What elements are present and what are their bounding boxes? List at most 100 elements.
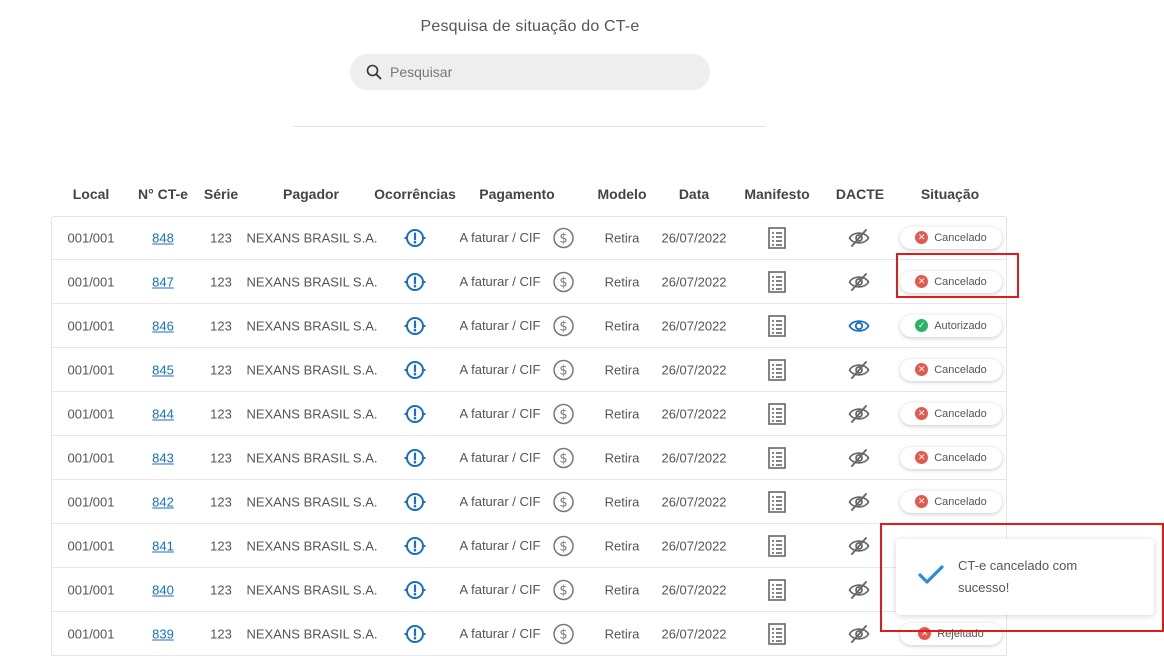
cell-numero-link[interactable]: 844 <box>152 406 174 421</box>
cell-numero-link[interactable]: 848 <box>152 230 174 245</box>
document-list-icon[interactable] <box>768 622 786 645</box>
document-list-icon[interactable] <box>768 446 786 469</box>
column-header-local[interactable]: Local <box>73 186 110 202</box>
status-badge[interactable]: ✕ Cancelado <box>900 226 1002 249</box>
column-header-pagamento[interactable]: Pagamento <box>479 186 554 202</box>
cell-data: 26/07/2022 <box>661 494 727 509</box>
svg-text:$: $ <box>559 275 567 290</box>
cell-data: 26/07/2022 <box>661 230 727 245</box>
cell-serie: 123 <box>210 450 232 465</box>
highlight-cancelled-status <box>896 253 1019 298</box>
dollar-circle-icon[interactable]: $ <box>552 579 574 601</box>
column-header-data[interactable]: Data <box>679 186 709 202</box>
dollar-circle-icon[interactable]: $ <box>552 227 574 249</box>
cell-pagamento-label: A faturar / CIF <box>459 582 541 597</box>
x-circle-icon: ✕ <box>915 407 929 420</box>
eye-off-icon[interactable] <box>848 448 870 468</box>
document-list-icon[interactable] <box>768 270 786 293</box>
alert-circle-icon[interactable] <box>404 623 426 645</box>
x-circle-icon: ✕ <box>915 495 929 508</box>
document-list-icon[interactable] <box>768 534 786 557</box>
column-header-modelo[interactable]: Modelo <box>598 186 647 202</box>
column-header-ocorrencias[interactable]: Ocorrências <box>374 186 456 202</box>
document-list-icon[interactable] <box>768 402 786 425</box>
dollar-circle-icon[interactable]: $ <box>552 535 574 557</box>
x-circle-icon: ✕ <box>915 231 929 244</box>
alert-circle-icon[interactable] <box>404 491 426 513</box>
table-row: 001/001 844 123 NEXANS BRASIL S.A. A faturar… <box>51 392 1007 436</box>
cell-numero-link[interactable]: 842 <box>152 494 174 509</box>
eye-off-icon[interactable] <box>848 492 870 512</box>
document-list-icon[interactable] <box>768 314 786 337</box>
cell-numero-link[interactable]: 843 <box>152 450 174 465</box>
column-header-dacte[interactable]: DACTE <box>836 186 884 202</box>
eye-off-icon[interactable] <box>848 360 870 380</box>
dollar-circle-icon[interactable]: $ <box>552 623 574 645</box>
dollar-circle-icon[interactable]: $ <box>552 447 574 469</box>
cell-data: 26/07/2022 <box>661 626 727 641</box>
cell-serie: 123 <box>210 362 232 377</box>
dollar-circle-icon[interactable]: $ <box>552 491 574 513</box>
cell-data: 26/07/2022 <box>661 362 727 377</box>
alert-circle-icon[interactable] <box>404 535 426 557</box>
status-badge[interactable]: ✓ Autorizado <box>900 314 1002 337</box>
cell-local: 001/001 <box>67 582 115 597</box>
document-list-icon[interactable] <box>768 578 786 601</box>
status-label: Cancelado <box>934 363 987 376</box>
cell-pagamento-label: A faturar / CIF <box>459 274 541 289</box>
cell-numero-link[interactable]: 841 <box>152 538 174 553</box>
alert-circle-icon[interactable] <box>404 359 426 381</box>
document-list-icon[interactable] <box>768 490 786 513</box>
cell-modelo: Retira <box>604 274 640 289</box>
cell-numero-link[interactable]: 845 <box>152 362 174 377</box>
svg-text:$: $ <box>559 583 567 598</box>
svg-text:$: $ <box>559 495 567 510</box>
cell-pagador: NEXANS BRASIL S.A. <box>246 582 378 597</box>
eye-off-icon[interactable] <box>848 228 870 248</box>
cell-pagamento-label: A faturar / CIF <box>459 494 541 509</box>
cell-pagador: NEXANS BRASIL S.A. <box>246 626 378 641</box>
alert-circle-icon[interactable] <box>404 447 426 469</box>
status-badge[interactable]: ✕ Cancelado <box>900 402 1002 425</box>
column-header-manifesto[interactable]: Manifesto <box>744 186 809 202</box>
cell-numero-link[interactable]: 846 <box>152 318 174 333</box>
cell-pagador: NEXANS BRASIL S.A. <box>246 538 378 553</box>
cell-pagamento-label: A faturar / CIF <box>459 538 541 553</box>
status-badge[interactable]: ✕ Cancelado <box>900 358 1002 381</box>
alert-circle-icon[interactable] <box>404 271 426 293</box>
dollar-circle-icon[interactable]: $ <box>552 271 574 293</box>
eye-off-icon[interactable] <box>848 536 870 556</box>
cell-modelo: Retira <box>604 494 640 509</box>
eye-off-icon[interactable] <box>848 404 870 424</box>
document-list-icon[interactable] <box>768 358 786 381</box>
status-badge[interactable]: ✕ Cancelado <box>900 490 1002 513</box>
eye-off-icon[interactable] <box>848 272 870 292</box>
table-row: 001/001 848 123 NEXANS BRASIL S.A. A faturar… <box>51 216 1007 260</box>
cell-local: 001/001 <box>67 450 115 465</box>
cell-numero-link[interactable]: 840 <box>152 582 174 597</box>
column-header-serie[interactable]: Série <box>204 186 238 202</box>
cell-pagamento: A faturar / CIF $ <box>460 447 575 469</box>
dollar-circle-icon[interactable]: $ <box>552 315 574 337</box>
dollar-circle-icon[interactable]: $ <box>552 359 574 381</box>
eye-off-icon[interactable] <box>848 580 870 600</box>
alert-circle-icon[interactable] <box>404 315 426 337</box>
column-header-numero[interactable]: N° CT-e <box>138 186 188 202</box>
cell-numero-link[interactable]: 847 <box>152 274 174 289</box>
cell-modelo: Retira <box>604 450 640 465</box>
alert-circle-icon[interactable] <box>404 403 426 425</box>
cell-modelo: Retira <box>604 406 640 421</box>
column-header-pagador[interactable]: Pagador <box>283 186 339 202</box>
alert-circle-icon[interactable] <box>404 227 426 249</box>
dollar-circle-icon[interactable]: $ <box>552 403 574 425</box>
cell-numero-link[interactable]: 839 <box>152 626 174 641</box>
document-list-icon[interactable] <box>768 226 786 249</box>
svg-text:$: $ <box>559 451 567 466</box>
table-row: 001/001 843 123 NEXANS BRASIL S.A. A faturar… <box>51 436 1007 480</box>
status-badge[interactable]: ✕ Cancelado <box>900 446 1002 469</box>
eye-icon[interactable] <box>848 316 870 336</box>
eye-off-icon[interactable] <box>848 624 870 644</box>
cell-local: 001/001 <box>67 538 115 553</box>
alert-circle-icon[interactable] <box>404 579 426 601</box>
cell-local: 001/001 <box>67 274 115 289</box>
